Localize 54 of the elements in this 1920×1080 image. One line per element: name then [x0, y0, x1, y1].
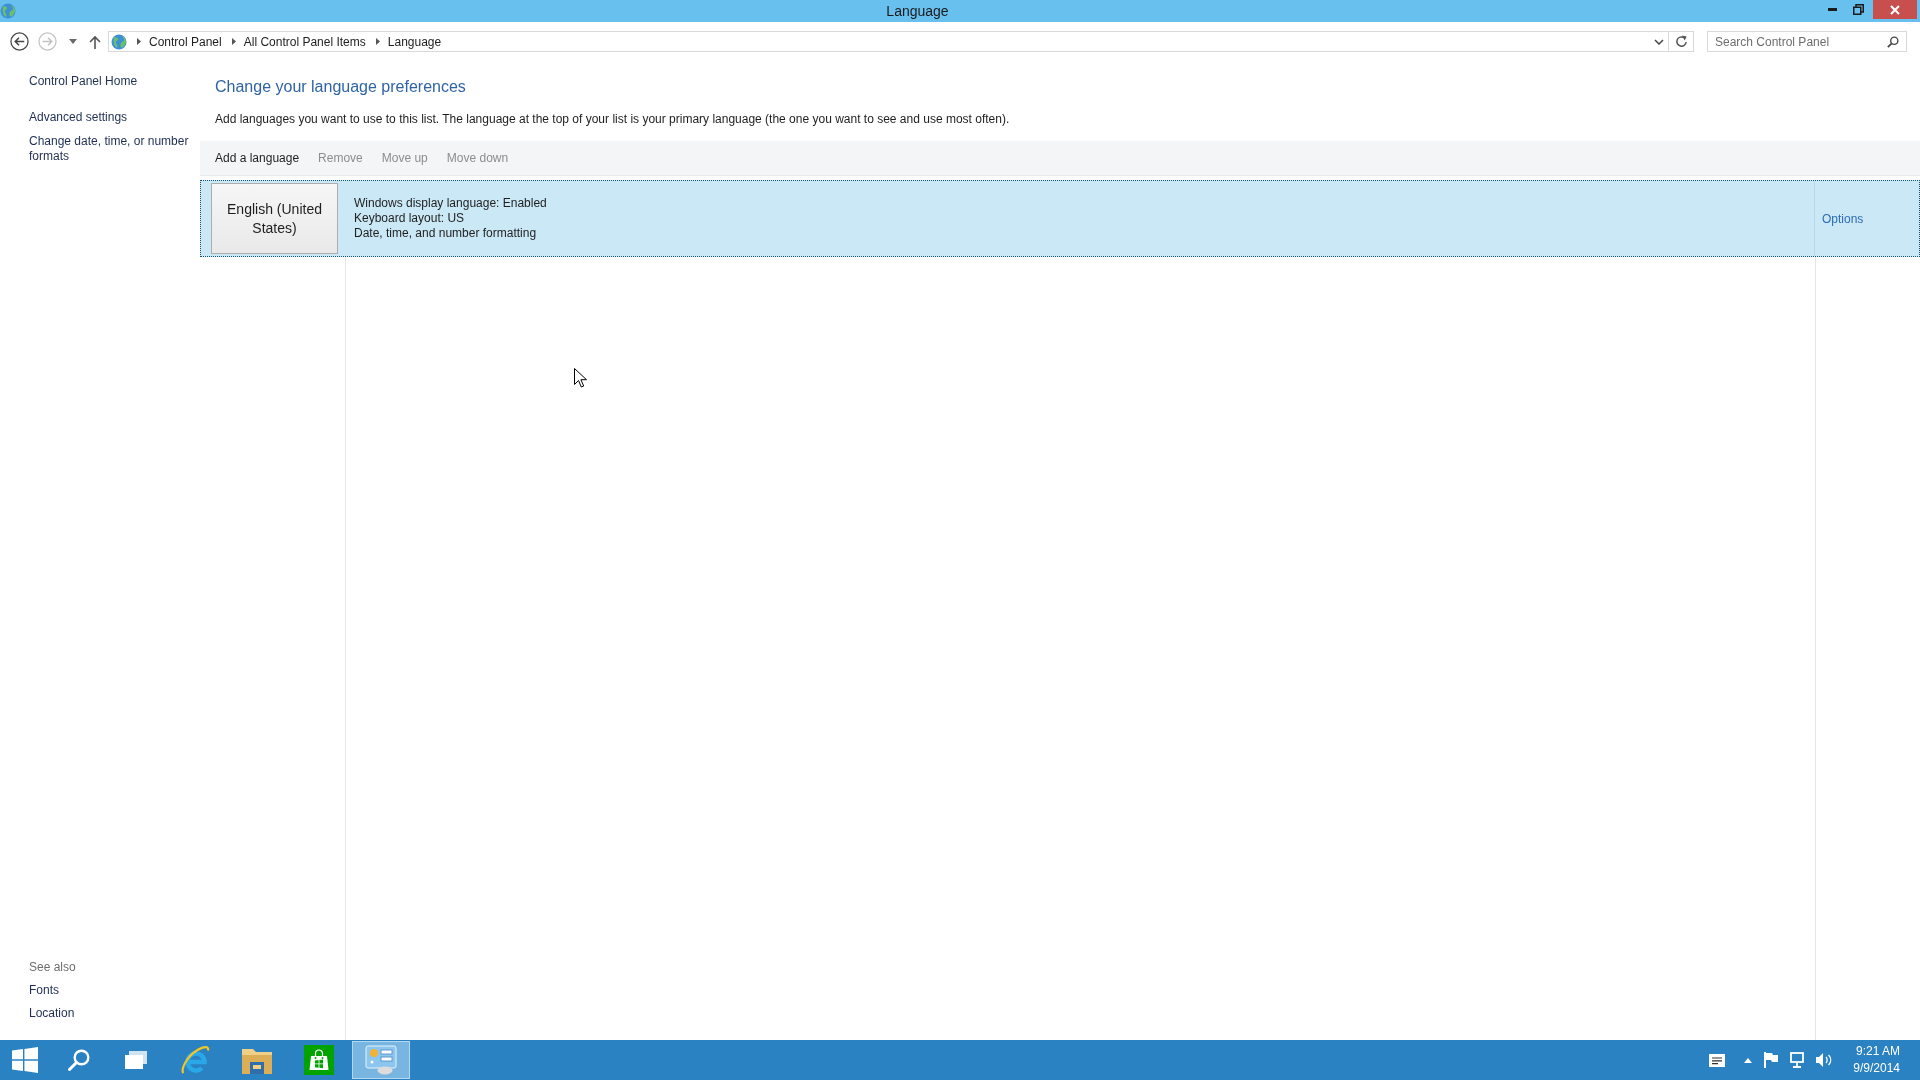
caret-down-icon	[69, 39, 77, 44]
control-panel-icon	[365, 1045, 397, 1075]
breadcrumb-arrow-icon[interactable]	[375, 38, 380, 45]
flag-icon[interactable]	[1764, 1052, 1779, 1068]
language-detail: Date, time, and number formatting	[354, 226, 537, 241]
breadcrumb-arrow-icon[interactable]	[137, 38, 141, 45]
see-also-link[interactable]: Fonts	[29, 983, 59, 998]
up-arrow-icon	[89, 34, 101, 49]
language-detail: Keyboard layout: US	[354, 211, 465, 226]
language-row[interactable]: English (United States) Windows display language: Enabled Keyboard layout: US Date, time, and number formatting Options	[200, 180, 1920, 257]
breadcrumb-link[interactable]: Language	[387, 34, 442, 49]
stacked-windows-icon	[124, 1051, 147, 1069]
toolbar-button[interactable]: Add a language	[215, 151, 300, 165]
shopping-bag-icon	[304, 1045, 334, 1075]
clock-date[interactable]: 9/9/2014	[1853, 1060, 1900, 1077]
search-icon[interactable]	[1887, 35, 1899, 48]
minimize-icon	[1827, 8, 1837, 11]
globe-icon	[0, 3, 16, 19]
search-icon	[67, 1049, 90, 1071]
network-icon[interactable]	[1790, 1052, 1805, 1068]
mouse-pointer-icon	[574, 368, 587, 388]
windows-logo-icon	[12, 1047, 38, 1073]
language-tile[interactable]: English (United States)	[211, 183, 338, 254]
recent-pages-button[interactable]	[69, 39, 77, 44]
sidebar-link[interactable]: Change date, time, or number formats	[29, 134, 200, 164]
volume-icon[interactable]	[1816, 1053, 1833, 1067]
globe-icon	[111, 33, 127, 50]
search-field[interactable]: Search Control Panel	[1707, 31, 1907, 52]
folder-icon	[242, 1046, 272, 1074]
refresh-icon	[1674, 35, 1688, 48]
e-logo-icon	[180, 1045, 210, 1075]
options-link[interactable]: Options	[1822, 211, 1864, 226]
page-heading: Change your language preferences	[215, 77, 467, 97]
message-icon[interactable]	[1709, 1053, 1726, 1067]
breadcrumb-link[interactable]: Control Panel	[149, 34, 222, 49]
close-button[interactable]	[1873, 0, 1917, 19]
sidebar-link[interactable]: Advanced settings	[29, 110, 128, 125]
see-also-heading: See also	[29, 960, 76, 975]
breadcrumb-link[interactable]: All Control Panel Items	[243, 34, 366, 49]
breadcrumb-arrow-icon[interactable]	[231, 38, 236, 45]
sidebar-link[interactable]: Control Panel Home	[29, 74, 138, 89]
window-title: Language	[886, 2, 949, 20]
refresh-button[interactable]	[1669, 31, 1694, 52]
chevron-up-icon[interactable]	[1744, 1057, 1753, 1063]
page-description: Add languages you want to use to this list. The language at the top of your list is your primary language (the one you want to see and use most often).	[215, 111, 1011, 127]
clock-time[interactable]: 9:21 AM	[1855, 1043, 1900, 1060]
restore-icon	[1852, 4, 1864, 15]
see-also-link[interactable]: Location	[29, 1006, 75, 1021]
close-icon	[1890, 4, 1900, 15]
up-button[interactable]	[89, 34, 101, 49]
back-button[interactable]	[10, 32, 29, 51]
chevron-down-icon	[1654, 38, 1664, 45]
address-bar[interactable]: Control Panel All Control Panel Items Language	[108, 31, 1669, 52]
language-detail: Windows display language: Enabled	[354, 196, 547, 211]
